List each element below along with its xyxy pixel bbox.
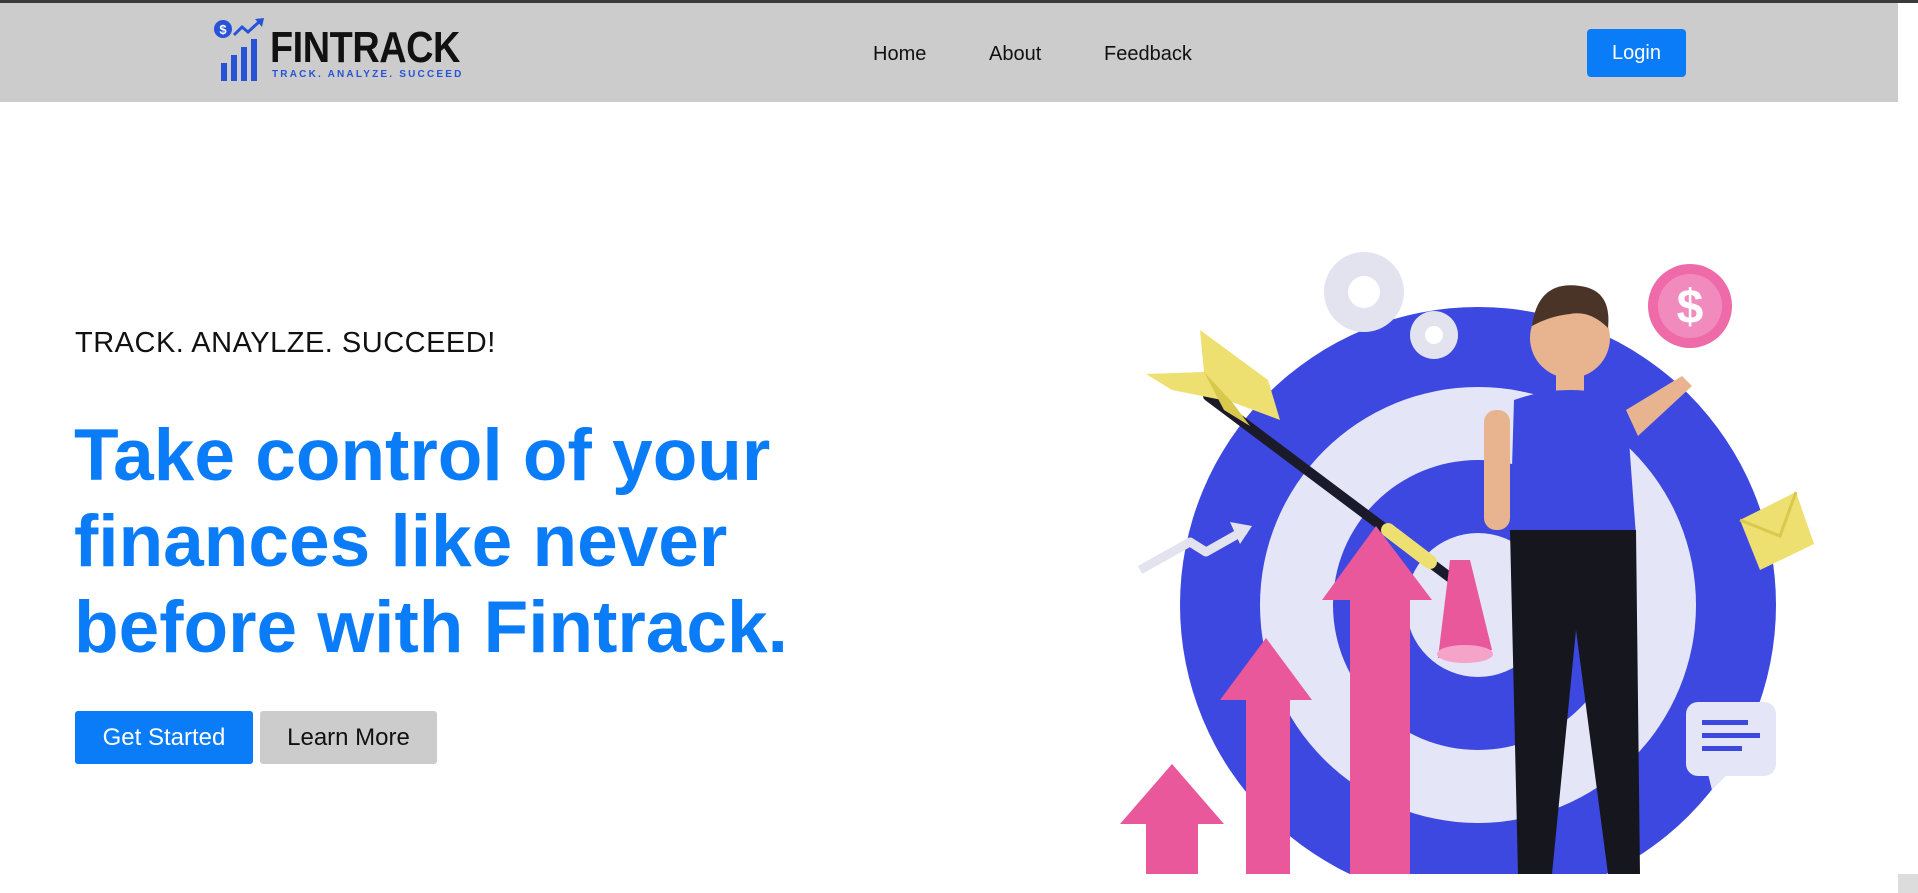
hero-illustration: $ (1120, 252, 1814, 874)
dollar-coin-icon: $ (1648, 264, 1732, 348)
login-button[interactable]: Login (1587, 29, 1686, 77)
nav-feedback-link[interactable]: Feedback (1104, 43, 1192, 66)
logo-chart-icon: $ (214, 18, 264, 81)
logo-name: FINTRACK (270, 23, 460, 72)
navbar: $ FINTRACK TRACK. ANALYZE. SUCCEED Home … (0, 3, 1898, 102)
nav-home-link[interactable]: Home (873, 43, 926, 66)
get-started-button[interactable]: Get Started (75, 711, 253, 764)
scrollbar-corner (1898, 874, 1918, 893)
logo-tagline: TRACK. ANALYZE. SUCCEED (272, 69, 464, 80)
logo[interactable]: $ FINTRACK TRACK. ANALYZE. SUCCEED (214, 17, 464, 87)
svg-text:$: $ (219, 22, 227, 37)
learn-more-button[interactable]: Learn More (260, 711, 437, 764)
coin-dollar-sign: $ (1677, 281, 1704, 334)
nav-about-link[interactable]: About (989, 43, 1041, 66)
hero-title: Take control of your finances like never… (74, 415, 788, 668)
hero-subtitle: TRACK. ANAYLZE. SUCCEED! (75, 327, 496, 359)
